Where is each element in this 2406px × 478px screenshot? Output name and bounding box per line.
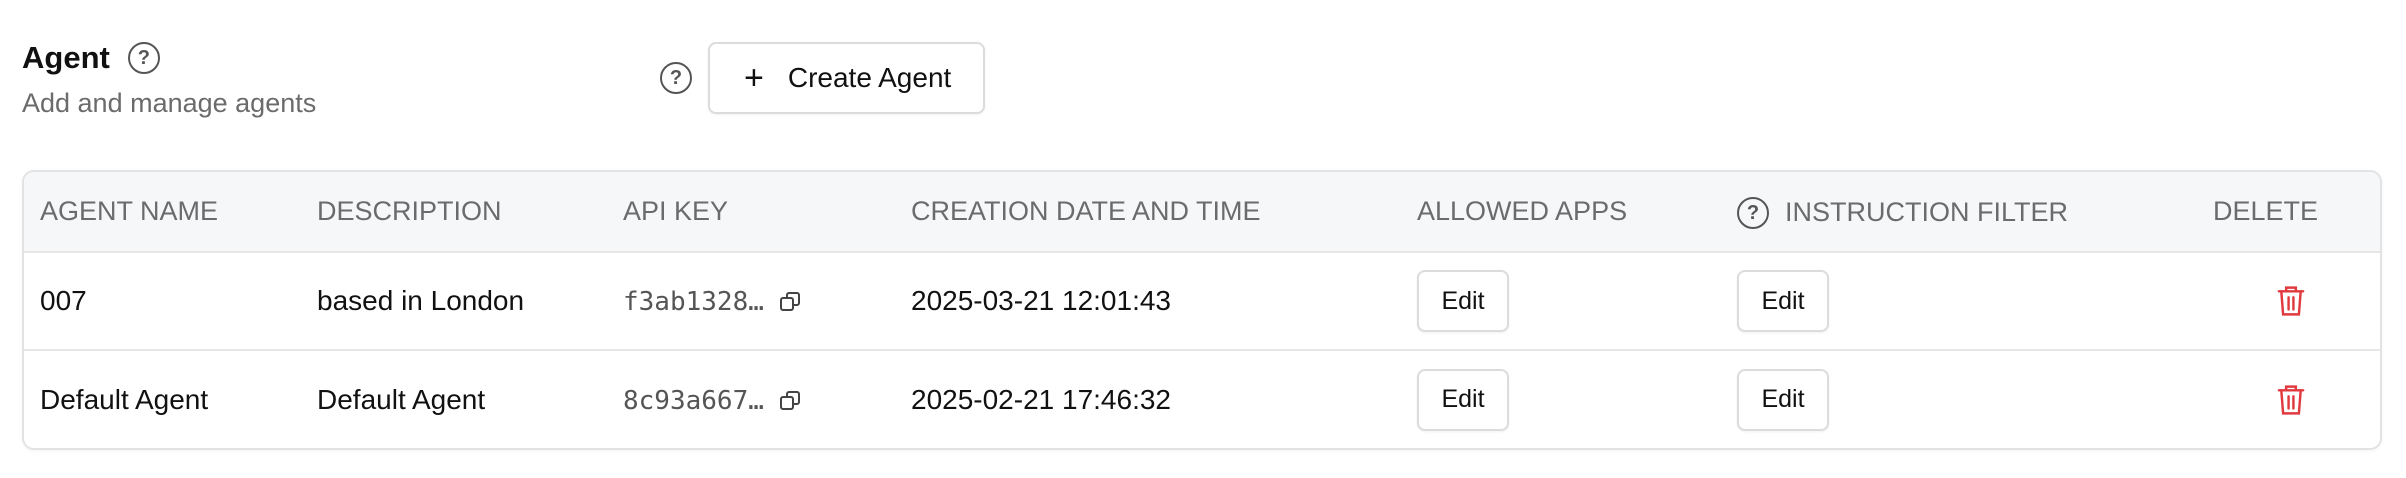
column-header-allowed-apps: ALLOWED APPS <box>1401 172 1721 253</box>
agent-name-cell: 007 <box>40 285 87 316</box>
delete-cell <box>2197 252 2380 350</box>
question-circle-icon[interactable]: ? <box>660 62 692 94</box>
instruction-filter-cell: Edit <box>1721 252 2197 350</box>
trash-icon[interactable] <box>2276 383 2306 417</box>
table-row: 007 based in London f3ab1328… 2025-03-21… <box>24 252 2380 350</box>
creation-date-cell: 2025-02-21 17:46:32 <box>895 349 1401 448</box>
edit-allowed-apps-button[interactable]: Edit <box>1417 270 1509 332</box>
column-header-api-key[interactable]: API KEY <box>607 172 895 253</box>
edit-instruction-filter-button[interactable]: Edit <box>1737 270 1829 332</box>
api-key-value: f3ab1328… <box>623 287 764 317</box>
delete-cell <box>2197 349 2380 448</box>
column-header-delete: DELETE <box>2197 172 2380 253</box>
plus-icon: + <box>744 59 764 97</box>
api-key-value: 8c93a667… <box>623 385 764 416</box>
agent-page: Agent ? Add and manage agents ? + Create… <box>0 0 2406 478</box>
title-row: Agent ? <box>22 38 316 78</box>
page-header: Agent ? Add and manage agents <box>22 38 316 119</box>
edit-allowed-apps-button[interactable]: Edit <box>1417 368 1509 431</box>
agents-table: AGENT NAME DESCRIPTION API KEY CREATION … <box>22 170 2382 450</box>
creation-date-cell: 2025-03-21 12:01:43 <box>911 285 1171 316</box>
copy-icon[interactable] <box>778 389 802 413</box>
question-circle-icon[interactable]: ? <box>1737 196 1769 229</box>
trash-icon[interactable] <box>2276 284 2306 318</box>
table-row: Default Agent Default Agent 8c93a667… 20… <box>24 349 2380 448</box>
agent-name-cell: Default Agent <box>24 349 301 448</box>
create-agent-label: Create Agent <box>787 62 952 93</box>
api-key-cell: 8c93a667… <box>607 349 895 448</box>
column-header-agent-name[interactable]: AGENT NAME <box>24 172 301 253</box>
table-header-row: AGENT NAME DESCRIPTION API KEY CREATION … <box>24 172 2380 253</box>
create-agent-button[interactable]: + Create Agent <box>708 42 986 114</box>
page-title: Agent <box>22 40 110 75</box>
instruction-filter-label: INSTRUCTION FILTER <box>1785 197 2068 227</box>
allowed-apps-cell: Edit <box>1401 252 1721 350</box>
allowed-apps-cell: Edit <box>1401 349 1721 448</box>
instruction-filter-cell: Edit <box>1721 349 2197 448</box>
description-cell: based in London <box>317 285 525 316</box>
column-header-description[interactable]: DESCRIPTION <box>301 172 607 253</box>
copy-icon[interactable] <box>778 290 802 314</box>
create-agent-area: ? + Create Agent <box>660 42 986 114</box>
api-key-cell: f3ab1328… <box>607 252 895 350</box>
description-cell: Default Agent <box>301 349 607 448</box>
edit-instruction-filter-button[interactable]: Edit <box>1737 368 1829 431</box>
page-subtitle: Add and manage agents <box>22 88 317 118</box>
column-header-creation-date[interactable]: CREATION DATE AND TIME <box>895 172 1401 253</box>
column-header-instruction-filter: ? INSTRUCTION FILTER <box>1721 172 2197 253</box>
question-circle-icon[interactable]: ? <box>127 42 160 74</box>
